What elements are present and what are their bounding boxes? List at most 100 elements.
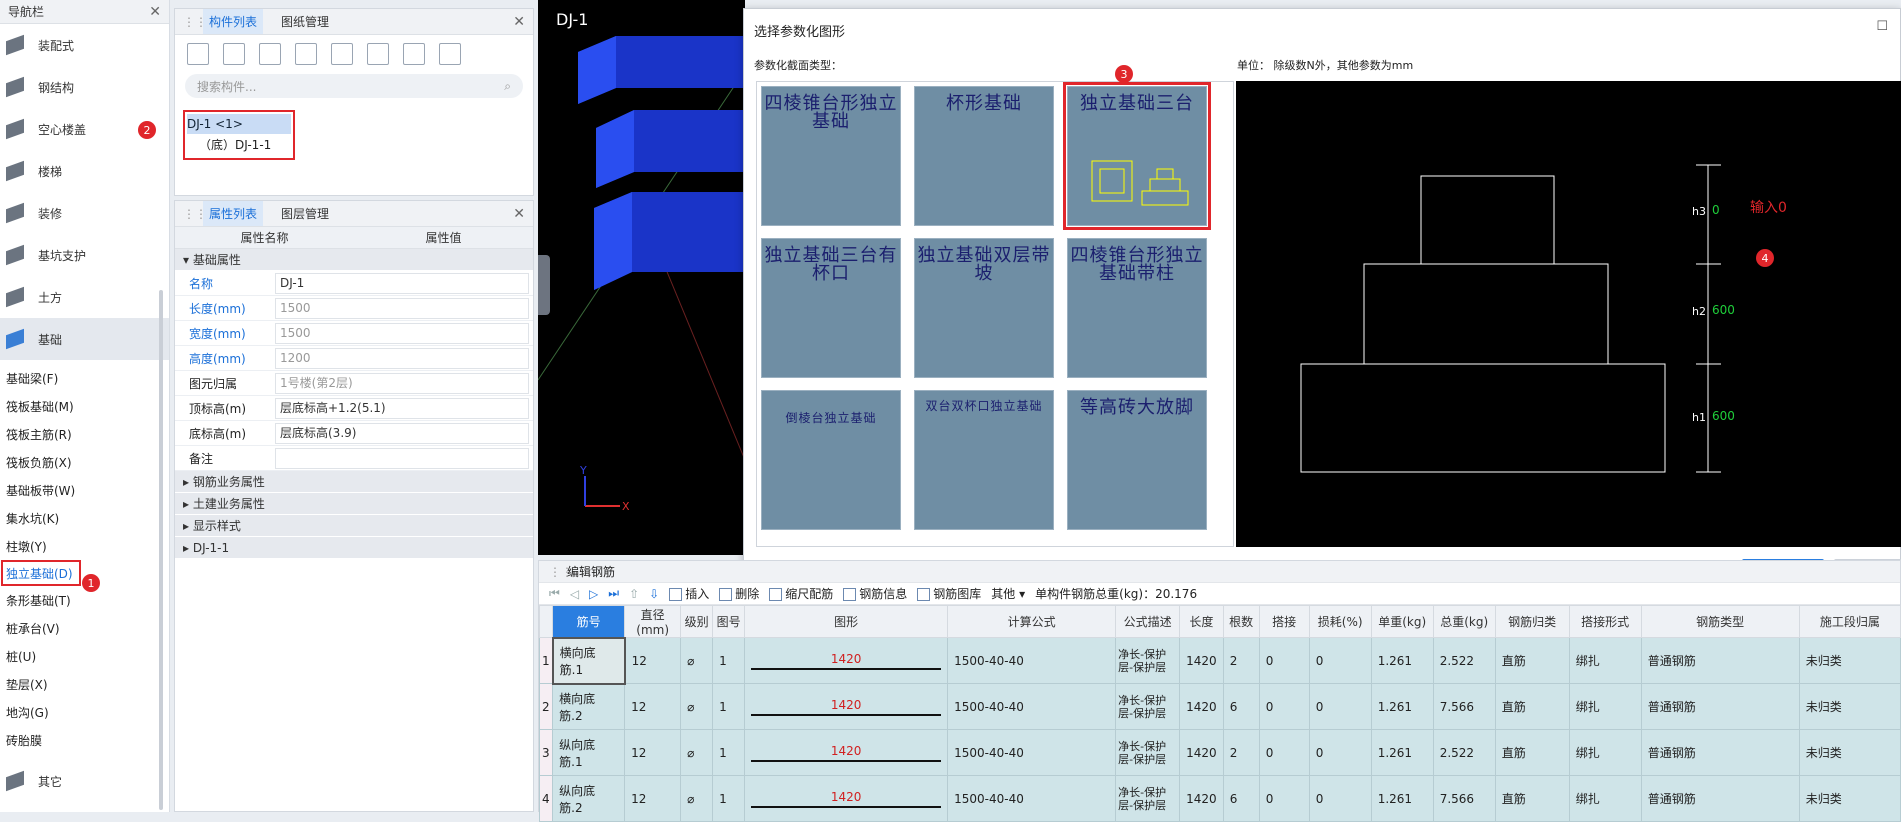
prop-value-input[interactable]: 层底标高+1.2(5.1) bbox=[275, 397, 529, 419]
col-header[interactable]: 钢筋归类 bbox=[1494, 605, 1570, 638]
search-icon[interactable]: ⌕ bbox=[504, 79, 511, 94]
shape-card[interactable]: 独立基础三台有杯口 bbox=[761, 238, 901, 378]
col-header[interactable]: 筋号 bbox=[552, 605, 626, 638]
nav-sub-item[interactable]: 集水坑(K) bbox=[0, 504, 169, 532]
col-header[interactable]: 长度 bbox=[1179, 605, 1224, 638]
cell-type[interactable]: 普通钢筋 bbox=[1640, 683, 1800, 730]
table-row[interactable]: 2 横向底筋.2 12 ⌀ 1 1420 1500-40-40 净长-保护层-保护层 1420 6… bbox=[538, 683, 1901, 730]
col-header[interactable]: 根数 bbox=[1222, 605, 1260, 638]
group-dj1-1[interactable]: ▸ DJ-1-1 bbox=[175, 537, 533, 559]
cell-len[interactable]: 1420 bbox=[1179, 729, 1224, 776]
tab-drawing-manage[interactable]: 图纸管理 bbox=[275, 9, 335, 34]
cell-len[interactable]: 1420 bbox=[1179, 683, 1224, 730]
prop-value-input[interactable]: 1500 bbox=[275, 322, 529, 344]
shape-card[interactable]: 倒棱台独立基础 bbox=[761, 390, 901, 530]
h3-value[interactable]: 0 bbox=[1712, 203, 1720, 217]
cell-loss[interactable]: 0 bbox=[1308, 775, 1372, 822]
shape-card[interactable]: 杯形基础 bbox=[914, 86, 1054, 226]
cell-fig[interactable]: 1 bbox=[712, 637, 746, 684]
cell-loss[interactable]: 0 bbox=[1308, 637, 1372, 684]
shape-card-selected[interactable]: 独立基础三台 bbox=[1063, 82, 1211, 230]
cell-cls[interactable]: 直筋 bbox=[1494, 637, 1570, 684]
nav-cat-other[interactable]: 其它 bbox=[0, 760, 169, 802]
col-header[interactable]: 图形 bbox=[744, 605, 949, 638]
delete-icon[interactable] bbox=[259, 43, 281, 65]
h2-value[interactable]: 600 bbox=[1712, 303, 1735, 317]
cell-name[interactable]: 横向底筋.2 bbox=[552, 683, 626, 730]
cell-len[interactable]: 1420 bbox=[1179, 775, 1224, 822]
nav-sub-item[interactable]: 砖胎膜 bbox=[0, 726, 169, 754]
nav-cat-foundation[interactable]: 基础 bbox=[0, 318, 169, 360]
cell-loss[interactable]: 0 bbox=[1308, 683, 1372, 730]
move-down-icon[interactable]: ⇩ bbox=[649, 587, 659, 601]
cell-lv[interactable]: ⌀ bbox=[680, 729, 714, 776]
cell-tw[interactable]: 7.566 bbox=[1432, 775, 1496, 822]
cell-type[interactable]: 普通钢筋 bbox=[1640, 637, 1800, 684]
nav-sub-item[interactable]: 柱墩(Y) bbox=[0, 532, 169, 560]
scale-rebar-button[interactable]: 缩尺配筋 bbox=[769, 585, 833, 602]
cell-d[interactable]: 12 bbox=[624, 637, 682, 684]
grip-icon[interactable]: ⋮⋮ bbox=[183, 207, 207, 221]
cell-seg[interactable]: 未归类 bbox=[1798, 637, 1901, 684]
component-search[interactable]: 搜索构件... ⌕ bbox=[185, 74, 523, 98]
cell-lap[interactable]: 0 bbox=[1258, 683, 1310, 730]
nav-sub-item[interactable]: 筏板基础(M) bbox=[0, 392, 169, 420]
prop-value-input[interactable]: 1500 bbox=[275, 297, 529, 319]
cell-name[interactable]: 横向底筋.1 bbox=[551, 636, 626, 685]
prev-icon[interactable]: ◁ bbox=[570, 587, 579, 601]
cell-formula[interactable]: 1500-40-40 bbox=[947, 637, 1117, 684]
cell-len_shape[interactable]: 1420 bbox=[744, 637, 949, 684]
cell-lapform[interactable]: 绑扎 bbox=[1568, 775, 1642, 822]
cell-seg[interactable]: 未归类 bbox=[1798, 683, 1901, 730]
group-civil[interactable]: ▸ 土建业务属性 bbox=[175, 493, 533, 515]
tab-layer-manage[interactable]: 图层管理 bbox=[275, 201, 335, 226]
nav-sub-item[interactable]: 条形基础(T) bbox=[0, 586, 169, 614]
maximize-icon[interactable]: ☐ bbox=[1876, 19, 1888, 34]
cell-cnt[interactable]: 2 bbox=[1222, 637, 1260, 684]
close-icon[interactable]: ✕ bbox=[149, 4, 161, 20]
cell-uw[interactable]: 1.261 bbox=[1370, 637, 1434, 684]
cell-desc[interactable]: 净长-保护层-保护层 bbox=[1115, 775, 1181, 822]
nav-scrollbar[interactable] bbox=[159, 290, 163, 810]
cell-cnt[interactable]: 6 bbox=[1222, 683, 1260, 730]
cell-cnt[interactable]: 2 bbox=[1222, 729, 1260, 776]
col-header[interactable]: 施工段归属 bbox=[1798, 605, 1901, 638]
prop-value-input[interactable] bbox=[275, 447, 529, 469]
cell-d[interactable]: 12 bbox=[624, 729, 682, 776]
group-display[interactable]: ▸ 显示样式 bbox=[175, 515, 533, 537]
cell-desc[interactable]: 净长-保护层-保护层 bbox=[1115, 729, 1181, 776]
col-header[interactable]: 总重(kg) bbox=[1432, 605, 1496, 638]
cell-cls[interactable]: 直筋 bbox=[1494, 683, 1570, 730]
table-row[interactable]: 3 纵向底筋.1 12 ⌀ 1 1420 1500-40-40 净长-保护层-保护层 1420 2… bbox=[538, 729, 1901, 776]
cell-len_shape[interactable]: 1420 bbox=[744, 729, 949, 776]
nav-cat-pit[interactable]: 基坑支护 bbox=[0, 234, 169, 276]
next-icon[interactable]: ▷ bbox=[589, 587, 598, 601]
cell-seg[interactable]: 未归类 bbox=[1798, 775, 1901, 822]
col-header[interactable]: 公式描述 bbox=[1115, 605, 1181, 638]
group-rebar[interactable]: ▸ 钢筋业务属性 bbox=[175, 471, 533, 493]
rebar-info-button[interactable]: 钢筋信息 bbox=[843, 585, 907, 602]
cell-fig[interactable]: 1 bbox=[712, 683, 746, 730]
shape-card[interactable]: 四棱锥台形独立基础 bbox=[761, 86, 901, 226]
nav-cat-earth[interactable]: 土方 bbox=[0, 276, 169, 318]
col-header[interactable]: 钢筋类型 bbox=[1640, 605, 1800, 638]
first-icon[interactable]: ⏮ bbox=[549, 586, 560, 601]
cell-uw[interactable]: 1.261 bbox=[1370, 729, 1434, 776]
grip-icon[interactable]: ⋮⋮ bbox=[549, 565, 573, 579]
nav-sub-item[interactable]: 筏板负筋(X) bbox=[0, 448, 169, 476]
shape-card[interactable]: 独立基础双层带坡 bbox=[914, 238, 1054, 378]
nav-sub-item[interactable]: 桩(U) bbox=[0, 642, 169, 670]
col-header[interactable]: 搭接 bbox=[1258, 605, 1310, 638]
cell-cls[interactable]: 直筋 bbox=[1494, 775, 1570, 822]
last-icon[interactable]: ⏭ bbox=[608, 586, 619, 601]
cell-lapform[interactable]: 绑扎 bbox=[1568, 637, 1642, 684]
prop-value-input[interactable]: 层底标高(3.9) bbox=[275, 422, 529, 444]
grip-icon[interactable]: ⋮⋮ bbox=[183, 15, 207, 29]
cell-uw[interactable]: 1.261 bbox=[1370, 683, 1434, 730]
nav-sub-item[interactable]: 基础板带(W) bbox=[0, 476, 169, 504]
cell-name[interactable]: 纵向底筋.1 bbox=[552, 729, 626, 776]
col-header[interactable]: 级别 bbox=[680, 605, 714, 638]
cell-loss[interactable]: 0 bbox=[1308, 729, 1372, 776]
nav-sub-item-isolated-footing[interactable]: 独立基础(D) bbox=[1, 560, 81, 586]
col-header[interactable]: 单重(kg) bbox=[1370, 605, 1434, 638]
